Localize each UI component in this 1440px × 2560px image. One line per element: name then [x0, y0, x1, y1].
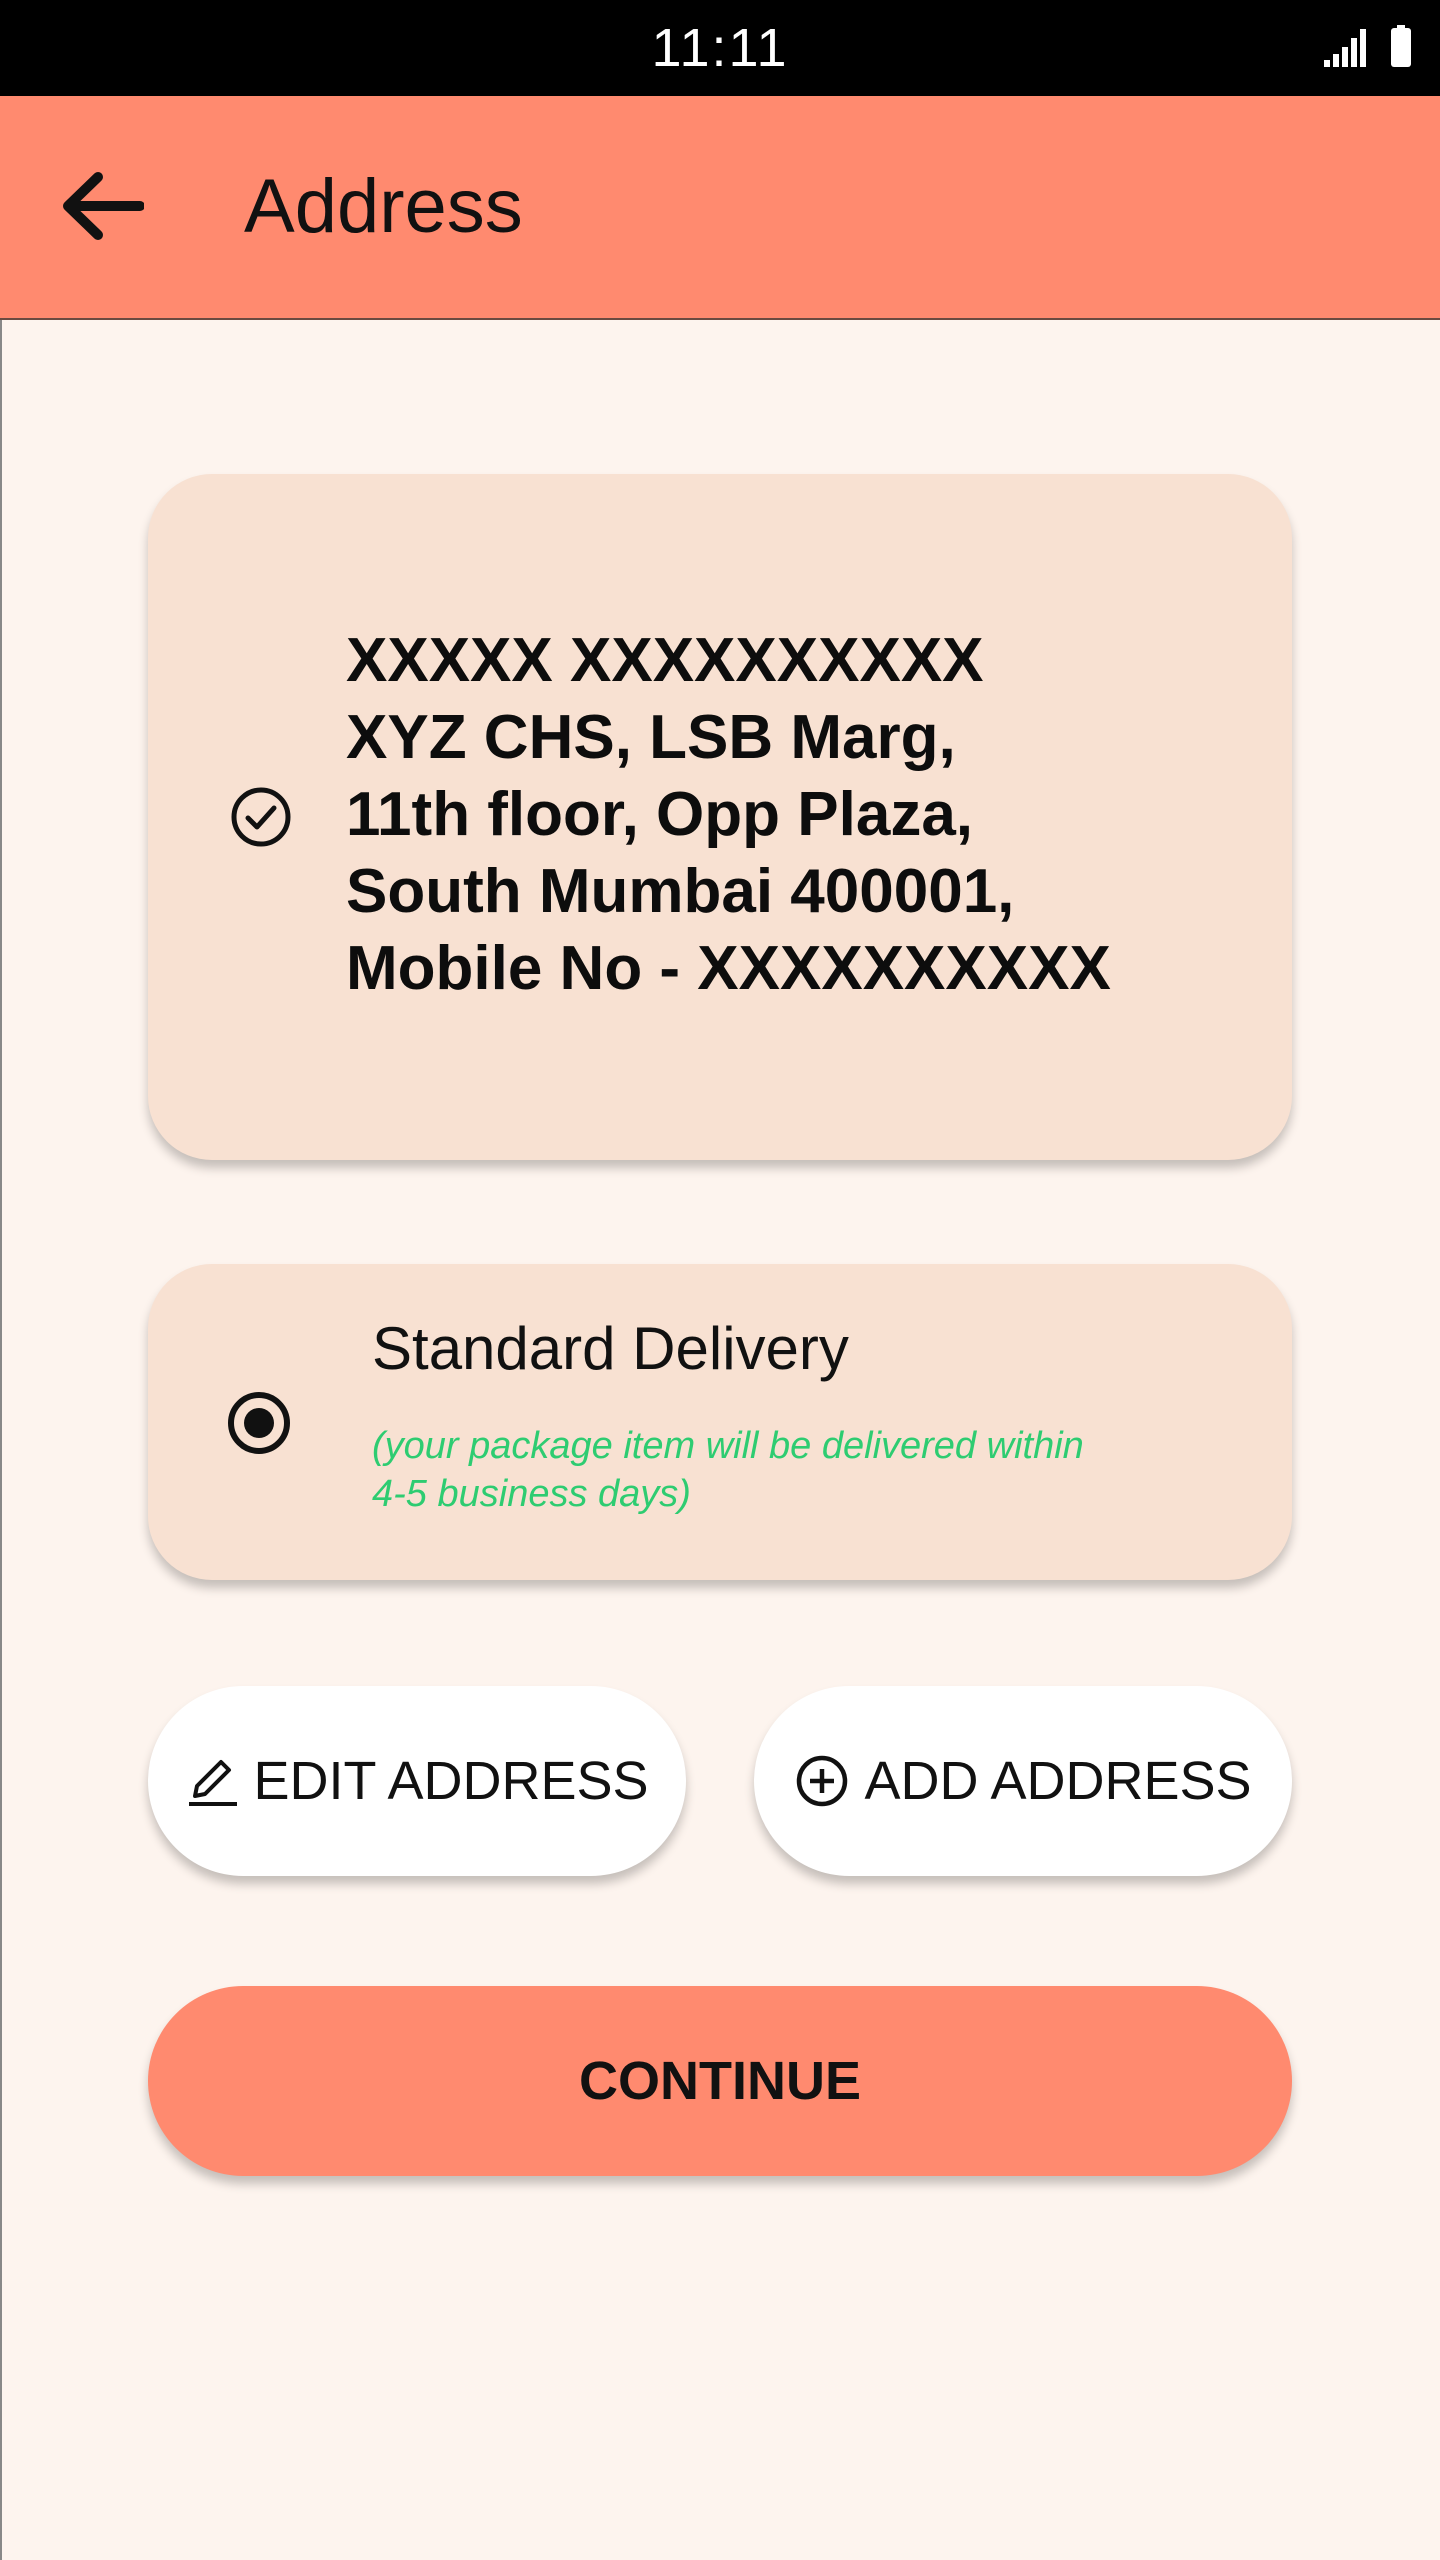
address-line: Mobile No - XXXXXXXXXX — [346, 934, 1111, 1003]
edit-address-button[interactable]: EDIT ADDRESS — [148, 1686, 686, 1876]
battery-icon — [1390, 25, 1412, 72]
app-bar: Address — [0, 96, 1440, 320]
delivery-note: (your package item will be delivered wit… — [372, 1425, 1084, 1515]
back-button[interactable] — [52, 158, 152, 258]
check-circle-icon — [228, 784, 294, 855]
arrow-back-icon — [60, 171, 145, 246]
edit-address-label: EDIT ADDRESS — [253, 1751, 649, 1811]
plus-circle-icon — [794, 1753, 850, 1809]
delivery-title: Standard Delivery — [372, 1315, 849, 1382]
status-icons — [1322, 24, 1412, 72]
add-address-label: ADD ADDRESS — [864, 1751, 1252, 1811]
status-time: 11:11 — [651, 18, 789, 78]
radio-selected-icon[interactable] — [226, 1390, 292, 1461]
address-line: 11th floor, Opp Plaza, — [346, 780, 974, 849]
signal-icon — [1322, 27, 1370, 72]
address-line: XYZ CHS, LSB Marg, — [346, 703, 956, 772]
continue-button[interactable]: CONTINUE — [148, 1986, 1292, 2176]
add-address-button[interactable]: ADD ADDRESS — [754, 1686, 1292, 1876]
pencil-icon — [185, 1754, 239, 1808]
address-text: XXXXX XXXXXXXXXX XYZ CHS, LSB Marg, 11th… — [346, 622, 1111, 1007]
page-title: Address — [244, 164, 523, 249]
address-card[interactable]: XXXXX XXXXXXXXXX XYZ CHS, LSB Marg, 11th… — [148, 474, 1292, 1160]
standard-delivery-option[interactable]: Standard Delivery (your package item wil… — [148, 1264, 1292, 1580]
status-bar: 11:11 — [0, 0, 1440, 96]
address-line: South Mumbai 400001, — [346, 857, 1015, 926]
address-line: XXXXX XXXXXXXXXX — [346, 626, 984, 695]
